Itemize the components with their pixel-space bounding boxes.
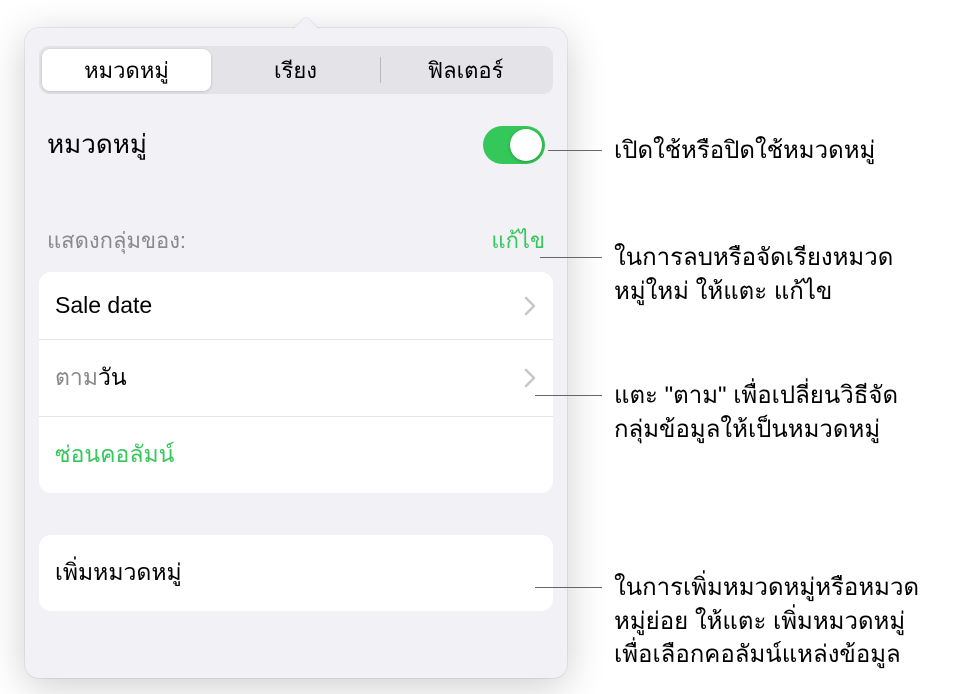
callout-line-4 <box>535 587 602 588</box>
callout-add-text-b: หมู่ย่อย ให้แตะ เพิ่มหมวดหมู่ <box>614 608 905 635</box>
by-value: วัน <box>98 364 127 390</box>
groups-subheader: แสดงกลุ่มของ: แก้ไข <box>25 175 567 266</box>
add-category-group: เพิ่มหมวดหมู่ <box>39 535 553 611</box>
callout-edit-text-b: หมู่ใหม่ ให้แตะ แก้ไข <box>614 278 832 305</box>
callout-line-2 <box>540 257 602 258</box>
callout-add-text-c: เพื่อเลือกคอลัมน์แหล่งข้อมูล <box>614 641 901 668</box>
callout-edit: ในการลบหรือจัดเรียงหมวด หมู่ใหม่ ให้แตะ … <box>614 241 893 308</box>
row-source-column[interactable]: Sale date <box>39 272 553 340</box>
callout-line-3 <box>535 395 602 396</box>
callout-by-text-a: แตะ "ตาม" เพื่อเปลี่ยนวิธีจัด <box>614 382 898 409</box>
tab-categories-label: หมวดหมู่ <box>84 53 169 88</box>
chevron-right-icon <box>523 295 537 317</box>
toggle-knob <box>510 129 542 161</box>
callout-edit-text-a: ในการลบหรือจัดเรียงหมวด <box>614 244 893 271</box>
categories-popover: หมวดหมู่ เรียง ฟิลเตอร์ หมวดหมู่ แสดงกลุ… <box>25 28 567 678</box>
categories-toggle[interactable] <box>483 126 545 164</box>
add-category-label: เพิ่มหมวดหมู่ <box>55 555 182 591</box>
callout-add-text-a: ในการเพิ่มหมวดหมู่หรือหมวด <box>614 574 919 601</box>
by-prefix: ตาม <box>55 364 98 390</box>
popover-arrow <box>293 16 319 29</box>
callout-add: ในการเพิ่มหมวดหมู่หรือหมวด หมู่ย่อย ให้แ… <box>614 571 919 672</box>
categories-header: หมวดหมู่ <box>25 94 567 175</box>
tab-sort-label: เรียง <box>274 53 317 88</box>
callout-toggle-text: เปิดใช้หรือปิดใช้หมวดหมู่ <box>614 137 875 164</box>
callout-toggle: เปิดใช้หรือปิดใช้หมวดหมู่ <box>614 134 875 168</box>
callout-by: แตะ "ตาม" เพื่อเปลี่ยนวิธีจัด กลุ่มข้อมู… <box>614 379 898 446</box>
category-list: Sale date ตามวัน ซ่อนคอลัมน์ <box>39 272 553 493</box>
edit-button[interactable]: แก้ไข <box>491 223 545 258</box>
tab-sort[interactable]: เรียง <box>211 49 380 91</box>
categories-title: หมวดหมู่ <box>47 124 147 165</box>
show-groups-label: แสดงกลุ่มของ: <box>47 223 186 258</box>
chevron-right-icon <box>523 367 537 389</box>
tab-filter[interactable]: ฟิลเตอร์ <box>381 49 550 91</box>
callout-by-text-b: กลุ่มข้อมูลให้เป็นหมวดหมู่ <box>614 416 880 443</box>
row-source-label: Sale date <box>55 292 152 319</box>
row-group-by-label: ตามวัน <box>55 360 127 396</box>
tab-filter-label: ฟิลเตอร์ <box>428 53 504 88</box>
row-hide-column[interactable]: ซ่อนคอลัมน์ <box>39 417 553 493</box>
callout-line-1 <box>548 150 602 151</box>
tab-categories[interactable]: หมวดหมู่ <box>42 49 211 91</box>
hide-column-label: ซ่อนคอลัมน์ <box>55 437 174 473</box>
segmented-control-wrap: หมวดหมู่ เรียง ฟิลเตอร์ <box>25 28 567 94</box>
row-group-by[interactable]: ตามวัน <box>39 340 553 417</box>
segmented-control: หมวดหมู่ เรียง ฟิลเตอร์ <box>39 46 553 94</box>
add-category-button[interactable]: เพิ่มหมวดหมู่ <box>39 535 553 611</box>
